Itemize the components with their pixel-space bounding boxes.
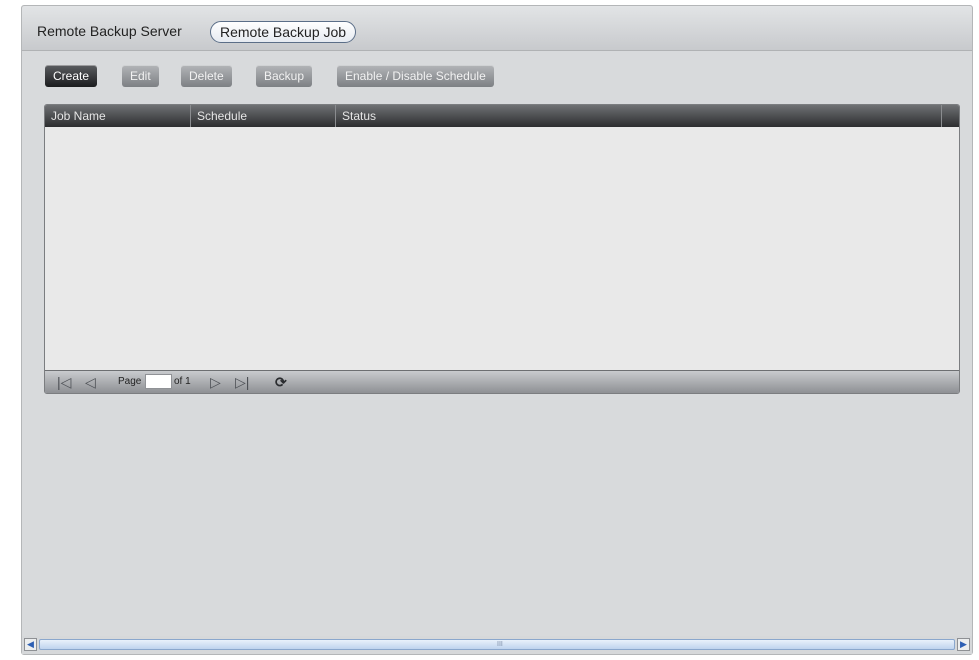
tab-bar: Remote Backup Server Remote Backup Job [22, 6, 972, 51]
page-number-input[interactable] [145, 374, 172, 389]
pagination-bar: |◁ ◁ Page of 1 ▷ ▷| ⟳ [45, 370, 959, 393]
remote-backup-panel: Remote Backup Server Remote Backup Job C… [21, 5, 973, 655]
next-page-icon[interactable]: ▷ [210, 371, 221, 393]
column-header-status[interactable]: Status [336, 105, 942, 127]
previous-page-icon[interactable]: ◁ [85, 371, 96, 393]
refresh-icon[interactable]: ⟳ [275, 371, 287, 393]
column-header-job-name[interactable]: Job Name [45, 105, 191, 127]
table-body [45, 127, 959, 371]
first-page-icon[interactable]: |◁ [57, 371, 71, 393]
column-header-schedule[interactable]: Schedule [191, 105, 336, 127]
delete-button[interactable]: Delete [181, 65, 232, 87]
scroll-right-icon[interactable]: ▶ [957, 638, 970, 651]
tab-remote-backup-server[interactable]: Remote Backup Server [37, 22, 182, 40]
job-table: Job Name Schedule Status |◁ ◁ Page of 1 … [44, 104, 960, 394]
page-label: Page [118, 376, 142, 387]
table-header: Job Name Schedule Status [45, 105, 959, 127]
horizontal-scrollbar[interactable]: ◀ III ▶ [22, 636, 972, 654]
tab-remote-backup-job[interactable]: Remote Backup Job [210, 21, 357, 43]
backup-button[interactable]: Backup [256, 65, 313, 87]
scroll-left-icon[interactable]: ◀ [24, 638, 37, 651]
scrollbar-thumb[interactable]: III [39, 639, 955, 650]
enable-disable-schedule-button[interactable]: Enable / Disable Schedule [337, 65, 494, 87]
scrollbar-grip: III [497, 641, 503, 648]
edit-button[interactable]: Edit [122, 65, 159, 87]
last-page-icon[interactable]: ▷| [235, 371, 249, 393]
page-count-label: of 1 [174, 376, 191, 387]
create-button[interactable]: Create [45, 65, 98, 87]
